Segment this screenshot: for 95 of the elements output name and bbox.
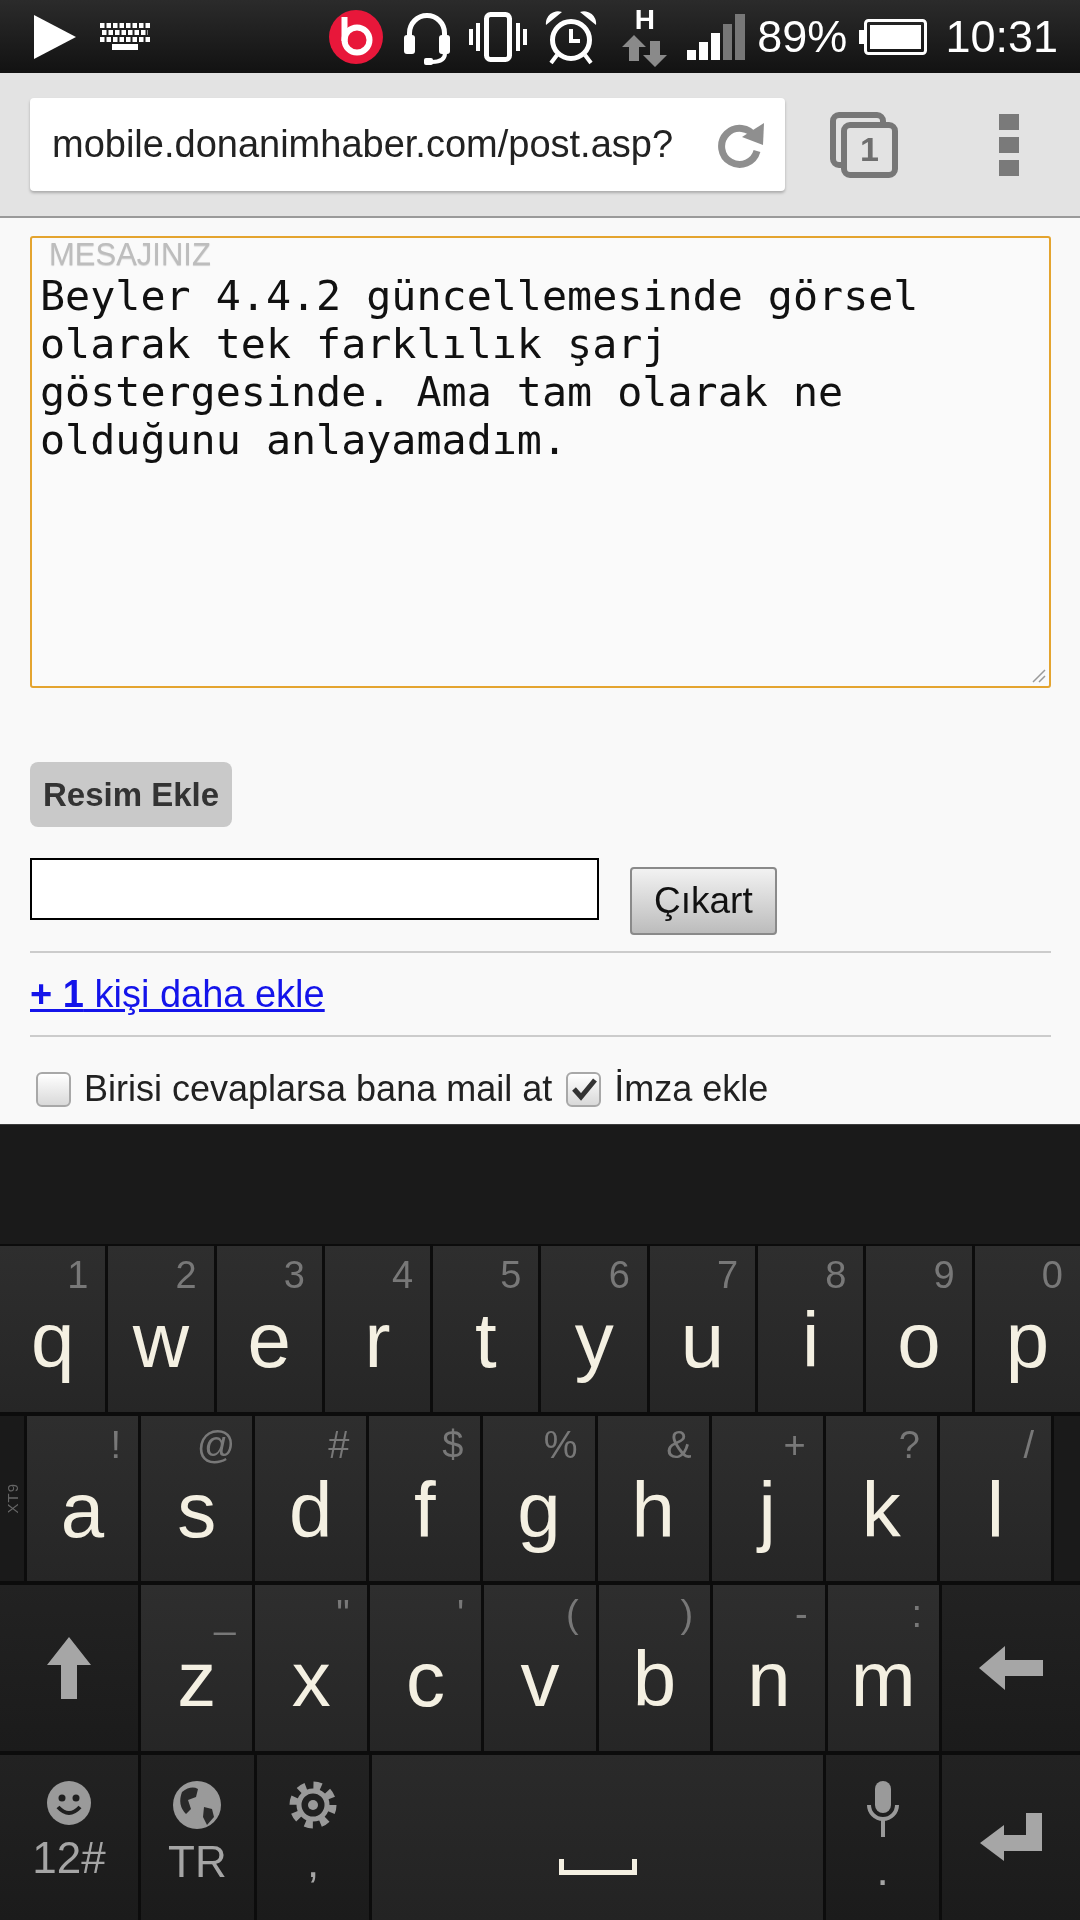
field-label: MESAJINIZ [49, 240, 211, 270]
key[interactable]: 2 w [108, 1246, 214, 1412]
key[interactable]: 9 o [866, 1246, 972, 1412]
key[interactable]: : m [827, 1585, 939, 1751]
side-label: XT9 [3, 1483, 21, 1514]
enter-icon [980, 1813, 1042, 1862]
key[interactable]: 1 q [0, 1246, 106, 1412]
checkbox[interactable] [566, 1071, 602, 1107]
key-hint: " [336, 1592, 350, 1637]
tabs-button[interactable]: 1 [830, 111, 898, 178]
tabs-icon [830, 111, 898, 178]
key-hint: 3 [283, 1253, 305, 1298]
key-hint: / [1023, 1422, 1034, 1468]
battery-icon [859, 18, 928, 55]
key-hint: 8 [825, 1253, 847, 1298]
key-hint: 9 [933, 1253, 955, 1298]
key[interactable]: 5 t [433, 1246, 539, 1412]
key-hint: # [328, 1422, 350, 1468]
key-hint: ! [110, 1422, 122, 1468]
network-type-label: H [634, 6, 655, 33]
key-hint: $ [442, 1422, 464, 1468]
input-field[interactable] [30, 858, 599, 920]
url-field[interactable]: mobile.donanimhaber.com/post.asp? [30, 98, 785, 191]
key[interactable]: 7 u [649, 1246, 756, 1412]
key[interactable]: 8 i [758, 1246, 864, 1412]
key[interactable]: 0 p [974, 1246, 1080, 1412]
smiley-icon [47, 1780, 91, 1825]
shift-key[interactable] [0, 1585, 138, 1751]
microphone-icon [864, 1780, 901, 1837]
key-hint: ) [680, 1592, 694, 1637]
gear-icon [289, 1780, 338, 1829]
remove-button[interactable]: Çıkart [630, 867, 777, 935]
play-icon [34, 14, 76, 59]
key[interactable]: 6 y [541, 1246, 647, 1412]
language-key[interactable]: TR [141, 1754, 254, 1920]
key[interactable]: / l [939, 1415, 1051, 1581]
checkbox-label: Birisi cevaplarsa bana mail at [84, 1068, 553, 1110]
key[interactable]: 4 r [324, 1246, 431, 1412]
add-image-button[interactable]: Resim Ekle [30, 762, 233, 827]
add-person-link[interactable]: + 1 kişi daha ekle [30, 972, 325, 1016]
key[interactable]: ? k [825, 1415, 937, 1581]
menu-icon[interactable] [999, 113, 1019, 176]
signal-icon [687, 13, 746, 60]
data-arrows-icon [622, 34, 668, 67]
left-arrow-icon [978, 1645, 1043, 1690]
space-bar-icon [558, 1859, 637, 1875]
comma-key[interactable]: , [256, 1754, 370, 1920]
vibrate-icon [469, 11, 528, 62]
key[interactable]: ) b [598, 1585, 711, 1751]
key[interactable]: # d [255, 1415, 367, 1581]
checkbox[interactable] [36, 1071, 71, 1107]
key-hint: 5 [500, 1253, 522, 1298]
backspace-key[interactable] [941, 1585, 1080, 1751]
clock-time: 10:31 [945, 10, 1058, 63]
keyboard-icon [100, 22, 150, 51]
key-hint: ' [457, 1592, 465, 1637]
key[interactable]: ! a [27, 1415, 139, 1581]
key[interactable]: ( v [484, 1585, 596, 1751]
key[interactable]: " x [255, 1585, 367, 1751]
key-hint: - [794, 1592, 808, 1637]
key-hint: 2 [175, 1253, 197, 1298]
key[interactable]: _ z [141, 1585, 253, 1751]
key[interactable]: & h [597, 1415, 709, 1581]
period-key[interactable]: . [826, 1754, 939, 1920]
key-hint: ? [898, 1422, 920, 1468]
alarm-clock-icon [544, 8, 599, 65]
key-hint: 4 [392, 1253, 414, 1298]
key-hint: _ [214, 1592, 236, 1637]
key[interactable]: % g [483, 1415, 595, 1581]
key[interactable]: - n [713, 1585, 825, 1751]
battery-percentage: 89% [757, 10, 848, 63]
key[interactable]: @ s [141, 1415, 253, 1581]
checkmark-icon [570, 1077, 597, 1101]
checkbox-label: İmza ekle [614, 1068, 769, 1110]
key[interactable]: ' c [369, 1585, 482, 1751]
message-field[interactable]: MESAJINIZ Beyler 4.4.2 güncellemesinde görsel olarak tek farklılık şarj göstergesinde. Ama tam olarak ne olduğunu anlayamadım. [30, 236, 1051, 688]
key-hint: ( [566, 1592, 579, 1637]
up-arrow-icon [47, 1636, 91, 1699]
key-hint: & [666, 1422, 692, 1468]
key-hint: % [543, 1422, 578, 1468]
enter-key[interactable] [942, 1754, 1080, 1920]
key[interactable]: 3 e [216, 1246, 322, 1412]
symbols-key[interactable]: 12# [0, 1754, 138, 1920]
key[interactable]: + j [711, 1415, 823, 1581]
b-logo-icon [329, 9, 384, 64]
key[interactable]: $ f [369, 1415, 481, 1581]
resize-grip-icon [1032, 669, 1046, 683]
key-hint: 0 [1041, 1253, 1063, 1298]
key-hint: 1 [67, 1253, 89, 1298]
key-hint: : [911, 1592, 922, 1637]
key-hint: 6 [608, 1253, 630, 1298]
key-hint: 7 [716, 1253, 739, 1298]
globe-icon [173, 1780, 222, 1829]
key-hint: + [783, 1422, 806, 1468]
key-hint: @ [196, 1422, 236, 1468]
